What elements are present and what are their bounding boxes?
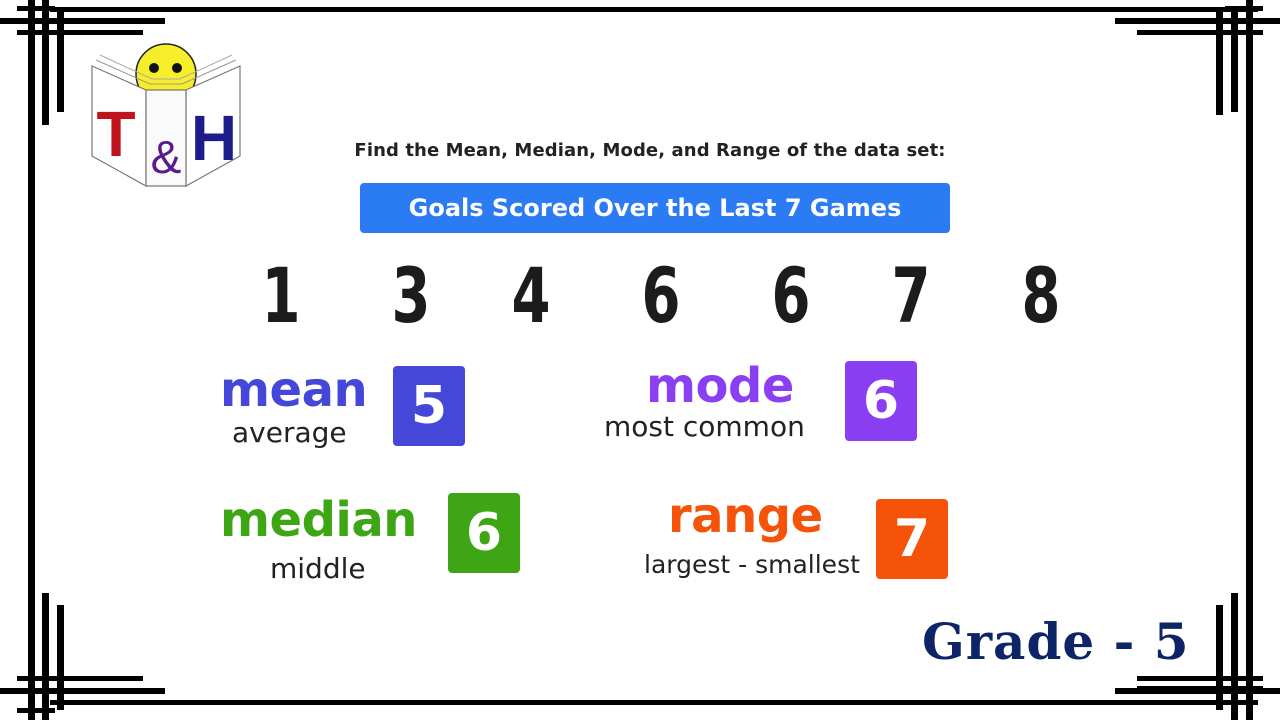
data-value: 6 [771,251,811,340]
data-value: 1 [261,251,301,340]
dataset-title-banner: Goals Scored Over the Last 7 Games [360,183,950,233]
stat-description: average [232,416,347,449]
dataset-values: 1 3 4 6 6 7 8 [220,256,1100,336]
data-value: 6 [641,251,681,340]
stat-description: most common [604,410,805,443]
stat-name: mode [646,358,794,414]
question-prompt: Find the Mean, Median, Mode, and Range o… [354,140,946,161]
grade-label: Grade - 5 [922,612,1190,671]
logo-letter-t: T [96,98,135,170]
data-value: 4 [511,251,551,340]
stat-name: mean [220,362,368,418]
data-value: 8 [1021,251,1061,340]
stat-name: range [668,488,823,544]
stat-value-badge: 7 [876,499,948,579]
data-value: 3 [391,251,431,340]
stat-description: middle [270,552,366,585]
data-value: 7 [891,251,931,340]
stat-value-badge: 6 [448,493,520,573]
stat-value-badge: 5 [393,366,465,446]
stat-value-badge: 6 [845,361,917,441]
logo-ampersand: & [151,131,182,183]
stat-description: largest - smallest [644,550,860,579]
th-logo: T & H [91,43,241,188]
logo-letter-h: H [191,102,237,174]
stat-name: median [220,492,417,548]
